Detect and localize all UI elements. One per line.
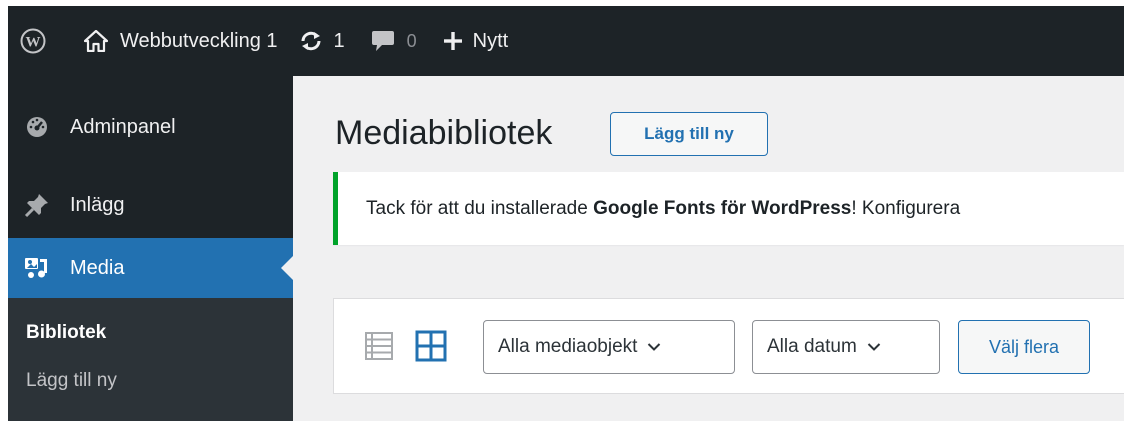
notice-text: Tack för att du installerade Google Font… xyxy=(366,198,960,220)
new-content-label: Nytt xyxy=(472,29,509,52)
site-name-link[interactable]: Webbutveckling 1 xyxy=(84,6,278,76)
home-icon xyxy=(84,30,108,52)
sidebar-item-label: Inlägg xyxy=(70,193,125,216)
media-icon xyxy=(24,255,50,281)
site-name-label: Webbutveckling 1 xyxy=(120,29,278,52)
page-title: Mediabibliotek xyxy=(335,114,553,152)
media-toolbar: Alla mediaobjekt Alla datum Välj flera xyxy=(333,298,1124,394)
notice-plugin-name: Google Fonts för WordPress xyxy=(593,198,852,219)
submenu-item-library[interactable]: Bibliotek xyxy=(26,322,106,344)
new-content-link[interactable]: Nytt xyxy=(443,6,509,76)
date-filter-value: Alla datum xyxy=(767,336,857,357)
sidebar-item-dashboard[interactable]: Adminpanel xyxy=(8,96,293,158)
plus-icon xyxy=(443,31,463,51)
media-submenu: Bibliotek Lägg till ny xyxy=(8,298,293,421)
grid-view-icon[interactable] xyxy=(415,330,447,367)
success-notice: Tack för att du installerade Google Font… xyxy=(333,172,1124,245)
sidebar-item-label: Media xyxy=(70,256,125,279)
media-type-filter[interactable]: Alla mediaobjekt xyxy=(483,320,735,374)
dashboard-icon xyxy=(24,114,50,140)
wp-admin-page: W Webbutveckling 1 1 0 Nytt Adminpanel I… xyxy=(8,6,1124,421)
pin-icon xyxy=(24,192,50,218)
admin-sidebar: Adminpanel Inlägg Media Bibliotek Lägg t… xyxy=(8,76,293,421)
svg-text:W: W xyxy=(26,35,41,51)
notice-prefix: Tack för att du installerade xyxy=(366,198,594,219)
comments-link[interactable]: 0 xyxy=(371,6,417,76)
comment-icon xyxy=(371,30,395,52)
wordpress-menu[interactable]: W xyxy=(12,6,54,76)
updates-link[interactable]: 1 xyxy=(298,6,345,76)
bulk-select-button[interactable]: Välj flera xyxy=(958,320,1090,374)
date-filter[interactable]: Alla datum xyxy=(752,320,940,374)
main-content: Mediabibliotek Lägg till ny Tack för att… xyxy=(293,76,1124,421)
media-type-filter-value: Alla mediaobjekt xyxy=(498,336,638,357)
add-new-button[interactable]: Lägg till ny xyxy=(610,112,768,156)
wordpress-logo-icon: W xyxy=(20,28,46,54)
updates-count: 1 xyxy=(333,29,345,52)
sidebar-item-posts[interactable]: Inlägg xyxy=(8,174,293,236)
comments-count: 0 xyxy=(406,30,417,51)
admin-bar: W Webbutveckling 1 1 0 Nytt xyxy=(8,6,1124,76)
chevron-down-icon xyxy=(867,342,881,352)
notice-suffix: ! Konfigurera xyxy=(851,198,961,219)
submenu-item-add-new[interactable]: Lägg till ny xyxy=(26,370,117,392)
chevron-down-icon xyxy=(647,342,661,352)
sidebar-item-media[interactable]: Media xyxy=(8,238,293,298)
list-view-icon[interactable] xyxy=(364,331,394,366)
refresh-icon xyxy=(298,30,324,52)
sidebar-item-label: Adminpanel xyxy=(70,115,176,138)
